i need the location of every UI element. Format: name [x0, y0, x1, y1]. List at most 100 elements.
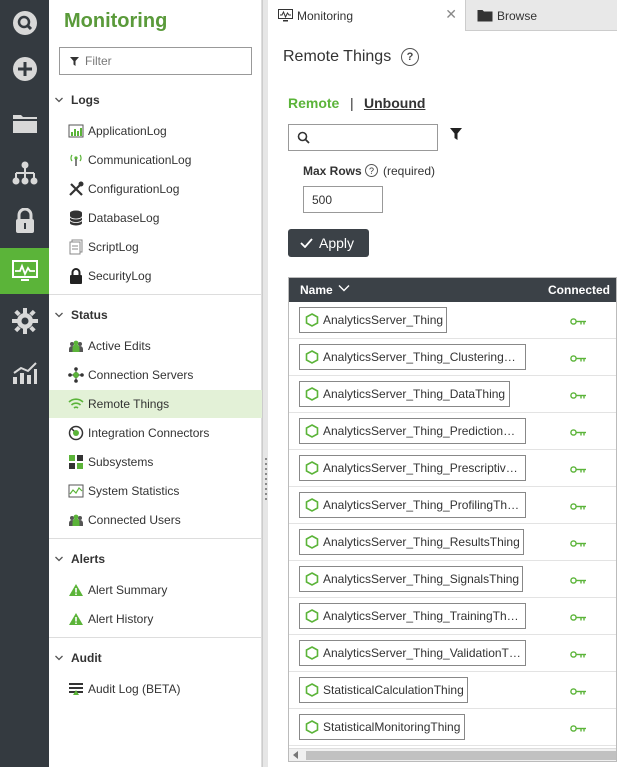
thing-name-chip[interactable]: StatisticalCalculationThing: [299, 677, 468, 703]
rail-analytics[interactable]: [0, 350, 49, 396]
nav-configuration-log[interactable]: ConfigurationLog: [49, 175, 262, 203]
table-row[interactable]: AnalyticsServer_Thing_Prescriptiv…: [289, 450, 616, 487]
tab-label: Browse: [497, 8, 538, 23]
audit-log-icon: [69, 683, 83, 695]
table-row[interactable]: AnalyticsServer_Thing_Prediction…: [289, 413, 616, 450]
nav-remote-things[interactable]: Remote Things: [49, 390, 262, 418]
filter-input[interactable]: Filter: [59, 47, 252, 75]
nav-audit-log[interactable]: Audit Log (BETA): [49, 675, 262, 703]
chevron-down-icon[interactable]: [338, 284, 350, 292]
apply-button[interactable]: Apply: [288, 229, 369, 257]
plus-icon: [12, 57, 37, 81]
table-row[interactable]: AnalyticsServer_Thing_ValidationT…: [289, 635, 616, 672]
horizontal-scrollbar[interactable]: [289, 748, 616, 761]
network-icon: [68, 367, 84, 383]
nav-system-statistics[interactable]: System Statistics: [49, 477, 262, 505]
thing-name-chip[interactable]: AnalyticsServer_Thing_ValidationT…: [299, 640, 526, 666]
rail-browse[interactable]: [0, 100, 49, 146]
scroll-left-icon[interactable]: [293, 751, 298, 759]
table-row[interactable]: AnalyticsServer_Thing_SignalsThing: [289, 561, 616, 598]
close-icon[interactable]: ✕: [445, 6, 457, 23]
nav-script-log[interactable]: ScriptLog: [49, 233, 262, 261]
table-row[interactable]: AnalyticsServer_Thing_DataThing: [289, 376, 616, 413]
section-status[interactable]: Status: [49, 305, 262, 325]
nav-active-edits[interactable]: Active Edits: [49, 332, 262, 360]
max-rows-input[interactable]: 500: [303, 186, 383, 213]
nav-connected-users[interactable]: Connected Users: [49, 506, 262, 534]
table-row[interactable]: StatisticalMonitoringThing: [289, 709, 616, 746]
thing-name-chip[interactable]: AnalyticsServer_Thing_Clustering…: [299, 344, 526, 370]
thing-icon: [305, 424, 319, 438]
tab-browse[interactable]: Browse: [467, 0, 617, 31]
nav-label: ConfigurationLog: [88, 182, 180, 196]
table-row[interactable]: AnalyticsServer_Thing_Clustering…: [289, 339, 616, 376]
chevron-down-icon: [55, 97, 63, 103]
tab-monitoring[interactable]: Monitoring ✕: [268, 0, 466, 31]
thing-icon: [305, 683, 319, 697]
thing-name: AnalyticsServer_Thing_SignalsThing: [323, 572, 520, 586]
nav-alert-summary[interactable]: Alert Summary: [49, 576, 262, 604]
connected-icon: [570, 611, 587, 625]
nav-integration-connectors[interactable]: Integration Connectors: [49, 419, 262, 447]
thing-icon: [305, 535, 319, 549]
table-row[interactable]: AnalyticsServer_Thing_TrainingTh…: [289, 598, 616, 635]
statistics-icon: [68, 484, 84, 498]
users-icon: [69, 514, 83, 526]
connected-icon: [570, 537, 587, 551]
nav-subsystems[interactable]: Subsystems: [49, 448, 262, 476]
rail-security[interactable]: [0, 198, 49, 244]
section-label: Status: [71, 308, 108, 322]
connected-icon: [570, 648, 587, 662]
thing-icon: [305, 572, 319, 586]
thing-name-chip[interactable]: AnalyticsServer_Thing_ResultsThing: [299, 529, 524, 555]
thing-name-chip[interactable]: AnalyticsServer_Thing_Prediction…: [299, 418, 526, 444]
section-label: Logs: [71, 93, 100, 107]
nav-alert-history[interactable]: Alert History: [49, 605, 262, 633]
table-row[interactable]: AnalyticsServer_Thing: [289, 302, 616, 339]
nav-connection-servers[interactable]: Connection Servers: [49, 361, 262, 389]
help-icon[interactable]: ?: [401, 48, 419, 66]
nav-communication-log[interactable]: CommunicationLog: [49, 146, 262, 174]
scrollbar-thumb[interactable]: [306, 751, 616, 760]
thing-name: AnalyticsServer_Thing_ResultsThing: [323, 535, 520, 549]
section-logs[interactable]: Logs: [49, 90, 262, 110]
subtab-unbound[interactable]: Unbound: [364, 95, 425, 111]
help-icon[interactable]: ?: [365, 164, 378, 177]
thing-name-chip[interactable]: AnalyticsServer_Thing_DataThing: [299, 381, 510, 407]
table-row[interactable]: AnalyticsServer_Thing_ProfilingTh…: [289, 487, 616, 524]
remote-things-grid: Name Connected AnalyticsServer_Thing Anal…: [288, 277, 617, 762]
subtab-remote[interactable]: Remote: [288, 95, 339, 111]
chevron-down-icon: [55, 556, 63, 562]
rail-settings[interactable]: [0, 298, 49, 344]
thing-name: AnalyticsServer_Thing_Prediction…: [323, 424, 516, 438]
thing-name: AnalyticsServer_Thing_ValidationT…: [323, 646, 521, 660]
chart-log-icon: [68, 124, 84, 138]
rail-search[interactable]: [0, 0, 49, 46]
search-input[interactable]: [288, 124, 438, 151]
filter-icon[interactable]: [450, 128, 462, 140]
nav-security-log[interactable]: SecurityLog: [49, 262, 262, 290]
section-audit[interactable]: Audit: [49, 648, 262, 668]
column-name[interactable]: Name: [300, 283, 333, 297]
connected-icon: [570, 722, 587, 736]
column-connected[interactable]: Connected: [548, 283, 610, 297]
thing-name: AnalyticsServer_Thing: [323, 313, 444, 327]
section-alerts[interactable]: Alerts: [49, 549, 262, 569]
rail-monitoring[interactable]: [0, 248, 49, 294]
thing-name-chip[interactable]: AnalyticsServer_Thing_TrainingTh…: [299, 603, 526, 629]
rail-new[interactable]: [0, 46, 49, 92]
thing-name-chip[interactable]: AnalyticsServer_Thing_Prescriptiv…: [299, 455, 526, 481]
table-row[interactable]: StatisticalCalculationThing: [289, 672, 616, 709]
nav-database-log[interactable]: DatabaseLog: [49, 204, 262, 232]
rail-hierarchy[interactable]: [0, 150, 49, 196]
nav-label: Active Edits: [88, 339, 151, 353]
thing-name-chip[interactable]: StatisticalMonitoringThing: [299, 714, 465, 740]
connector-icon: [68, 425, 84, 441]
thing-name-chip[interactable]: AnalyticsServer_Thing: [299, 307, 447, 333]
nav-label: Integration Connectors: [88, 426, 210, 440]
thing-name-chip[interactable]: AnalyticsServer_Thing_SignalsThing: [299, 566, 523, 592]
thing-name-chip[interactable]: AnalyticsServer_Thing_ProfilingTh…: [299, 492, 526, 518]
table-row[interactable]: AnalyticsServer_Thing_ResultsThing: [289, 524, 616, 561]
tools-icon: [69, 181, 84, 196]
nav-application-log[interactable]: ApplicationLog: [49, 117, 262, 145]
